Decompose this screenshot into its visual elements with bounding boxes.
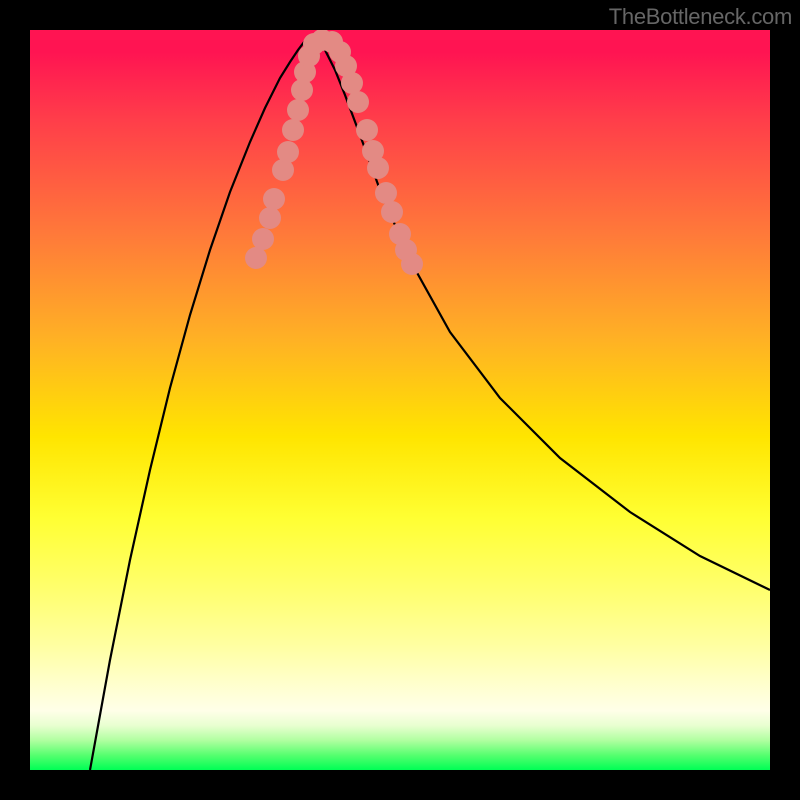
marker-dot bbox=[381, 201, 403, 223]
marker-dot bbox=[356, 119, 378, 141]
marker-dot bbox=[367, 157, 389, 179]
marker-dot bbox=[282, 119, 304, 141]
plot-frame bbox=[30, 30, 770, 770]
marker-dot bbox=[347, 91, 369, 113]
marker-dot bbox=[287, 99, 309, 121]
plot-svg bbox=[30, 30, 770, 770]
curve-left bbox=[90, 38, 310, 770]
marker-dot bbox=[341, 72, 363, 94]
curve-right bbox=[310, 38, 770, 590]
marker-dot bbox=[277, 141, 299, 163]
marker-dot bbox=[401, 253, 423, 275]
marker-dot bbox=[263, 188, 285, 210]
marker-dot bbox=[375, 182, 397, 204]
marker-dot bbox=[252, 228, 274, 250]
marker-dot bbox=[259, 207, 281, 229]
marker-dot bbox=[245, 247, 267, 269]
watermark-text: TheBottleneck.com bbox=[609, 4, 792, 30]
curve-group bbox=[90, 38, 770, 770]
